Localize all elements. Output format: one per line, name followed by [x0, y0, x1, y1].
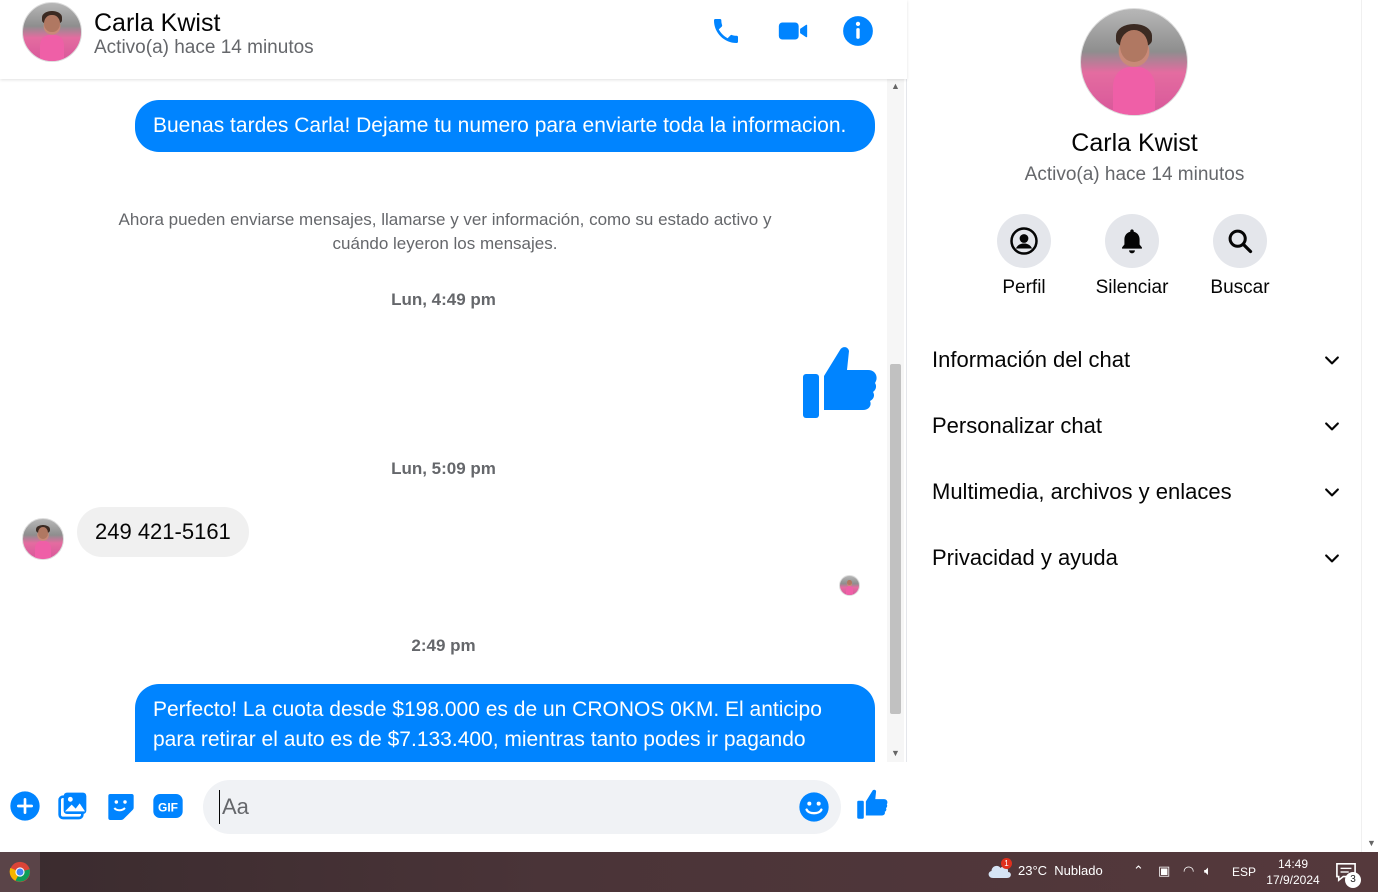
like-icon[interactable] — [856, 788, 888, 820]
taskbar: 1 23°C Nublado ⌃ ▣ ◠ 🔈︎ ESP 14:49 17/9/2… — [0, 852, 1378, 892]
profile-icon[interactable] — [997, 214, 1051, 268]
page-scrollbar[interactable]: ▼ — [1361, 0, 1378, 852]
like-sticker-icon[interactable] — [800, 344, 878, 420]
gif-icon[interactable]: GIF — [152, 790, 184, 822]
scroll-down-icon[interactable]: ▼ — [1367, 838, 1376, 848]
chevron-down-icon — [1325, 356, 1339, 365]
section-label: Multimedia, archivos y enlaces — [932, 479, 1232, 504]
profile-avatar[interactable] — [1080, 8, 1188, 116]
timestamp: Lun, 4:49 pm — [391, 290, 496, 309]
details-panel: Carla Kwist Activo(a) hace 14 minutos Pe… — [908, 0, 1361, 852]
outgoing-message[interactable]: Perfecto! La cuota desde $198.000 es de … — [135, 684, 875, 762]
bell-icon[interactable] — [1105, 214, 1159, 268]
search-icon[interactable] — [1213, 214, 1267, 268]
mute-button[interactable]: Silenciar — [1082, 214, 1182, 299]
message-list[interactable]: Buenas tardes Carla! Dejame tu numero pa… — [0, 79, 907, 762]
weather-alert-badge: 1 — [1001, 858, 1012, 869]
section-label: Personalizar chat — [932, 413, 1102, 438]
message-input[interactable] — [219, 790, 779, 824]
messenger-window: Carla Kwist Activo(a) hace 14 minutos Bu… — [0, 0, 1378, 892]
photo-icon[interactable] — [57, 790, 89, 822]
composer: GIF — [0, 762, 907, 852]
clock-date: 17/9/2024 — [1266, 873, 1320, 887]
volume-icon[interactable]: 🔈︎ — [1204, 863, 1212, 879]
meet-now-icon[interactable]: ▣ — [1158, 863, 1170, 879]
profile-label: Perfil — [1002, 277, 1046, 298]
chevron-up-icon[interactable]: ⌃ — [1133, 863, 1144, 879]
chevron-down-icon — [1325, 488, 1339, 497]
language-indicator[interactable]: ESP — [1232, 865, 1256, 879]
details-contact-status: Activo(a) hace 14 minutos — [1024, 164, 1245, 185]
contact-status: Activo(a) hace 14 minutos — [94, 37, 314, 58]
scroll-up-icon[interactable]: ▲ — [891, 81, 900, 91]
wifi-icon[interactable]: ◠ — [1183, 863, 1194, 879]
clock[interactable]: 14:49 17/9/2024 — [1264, 856, 1322, 888]
chevron-down-icon — [1325, 554, 1339, 563]
sender-avatar[interactable] — [22, 518, 64, 560]
timestamp: Lun, 5:09 pm — [391, 459, 496, 478]
seen-indicator-avatar — [839, 575, 860, 596]
clock-time: 14:49 — [1277, 857, 1309, 871]
chrome-icon[interactable] — [0, 852, 40, 892]
chat-header: Carla Kwist Activo(a) hace 14 minutos — [0, 0, 907, 79]
scroll-down-icon[interactable]: ▼ — [891, 748, 900, 758]
details-contact-name: Carla Kwist — [1071, 129, 1198, 157]
info-icon[interactable] — [841, 14, 875, 48]
svg-text:GIF: GIF — [158, 800, 178, 814]
contact-avatar[interactable] — [22, 2, 82, 62]
weather-text: 23°C Nublado — [1018, 862, 1103, 878]
chevron-down-icon — [1325, 422, 1339, 431]
weather-widget[interactable]: 1 23°C Nublado — [986, 858, 1103, 880]
contact-name[interactable]: Carla Kwist — [94, 9, 220, 38]
system-note: Ahora pueden enviarse mensajes, llamarse… — [118, 210, 772, 253]
scroll-thumb[interactable] — [890, 364, 901, 714]
search-button[interactable]: Buscar — [1190, 214, 1290, 299]
section-chat-info[interactable]: Información del chat — [932, 335, 1342, 385]
profile-button[interactable]: Perfil — [974, 214, 1074, 299]
sticker-icon[interactable] — [105, 790, 137, 822]
plus-icon[interactable] — [9, 790, 41, 822]
section-media-files-links[interactable]: Multimedia, archivos y enlaces — [932, 467, 1342, 517]
emoji-icon[interactable] — [798, 791, 830, 823]
section-label: Privacidad y ayuda — [932, 545, 1118, 570]
incoming-message[interactable]: 249 421-5161 — [77, 507, 249, 557]
message-scrollbar[interactable]: ▲ ▼ — [887, 79, 904, 762]
section-privacy-help[interactable]: Privacidad y ayuda — [932, 533, 1342, 583]
notification-count-badge: 3 — [1345, 872, 1361, 888]
phone-icon[interactable] — [709, 14, 743, 48]
section-label: Información del chat — [932, 347, 1131, 372]
outgoing-message[interactable]: Buenas tardes Carla! Dejame tu numero pa… — [135, 100, 875, 152]
search-label: Buscar — [1210, 277, 1270, 298]
message-box — [203, 780, 841, 834]
timestamp: 2:49 pm — [411, 636, 476, 655]
mute-label: Silenciar — [1095, 277, 1169, 298]
section-customize-chat[interactable]: Personalizar chat — [932, 401, 1342, 451]
chat-column: Carla Kwist Activo(a) hace 14 minutos Bu… — [0, 0, 907, 852]
video-camera-icon[interactable] — [776, 14, 810, 48]
